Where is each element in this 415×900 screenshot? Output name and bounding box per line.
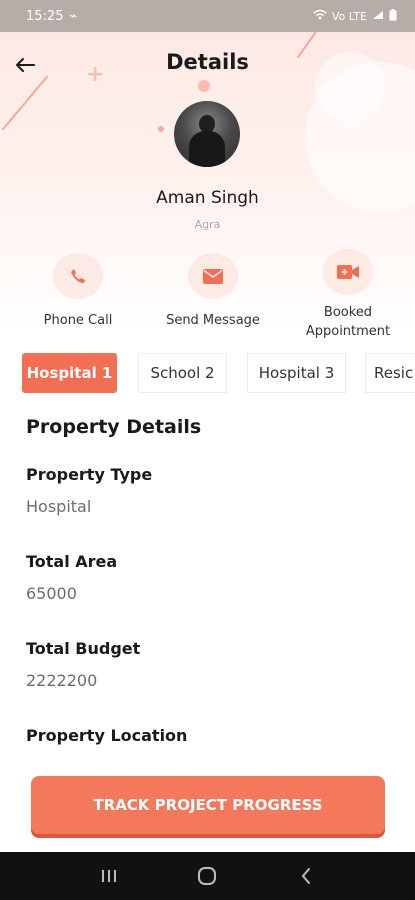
total-area-value: 65000 — [26, 584, 77, 603]
avatar-figure — [189, 131, 225, 167]
phone-call-label: Phone Call — [43, 313, 113, 328]
home-icon — [198, 867, 217, 885]
booked-appointment-label: Booked Appointment — [305, 305, 391, 339]
video-call-icon — [323, 249, 373, 295]
phone-icon — [53, 253, 103, 299]
property-type-label: Property Type — [26, 465, 153, 484]
property-type-value: Hospital — [26, 497, 92, 516]
recent-apps-button[interactable] — [89, 861, 129, 891]
avatar[interactable] — [174, 101, 240, 167]
tab-hospital-3[interactable]: Hospital 3 — [247, 353, 346, 393]
decorative-dot — [198, 80, 210, 92]
battery-icon — [389, 8, 397, 24]
user-name: Aman Singh — [156, 188, 259, 208]
decorative-line — [1, 75, 49, 131]
user-city: Agra — [194, 218, 221, 231]
booked-appointment-action[interactable]: Booked Appointment — [288, 249, 408, 341]
status-bar: 15:25 ⌁ Vo LTE — [0, 0, 415, 32]
tab-residential[interactable]: Resic — [365, 353, 415, 393]
section-title: Property Details — [26, 416, 202, 438]
page-title: Details — [166, 50, 249, 74]
tab-school-2[interactable]: School 2 — [138, 353, 227, 393]
tab-hospital-1[interactable]: Hospital 1 — [22, 353, 117, 393]
total-budget-label: Total Budget — [26, 639, 141, 658]
phone-call-action[interactable]: Phone Call — [18, 253, 138, 330]
home-button[interactable] — [187, 861, 227, 891]
notification-icon: ⌁ — [69, 8, 78, 24]
send-message-label: Send Message — [166, 313, 260, 328]
property-location-label: Property Location — [26, 726, 188, 745]
signal-icon — [372, 10, 384, 23]
signal-text: Vo LTE — [331, 9, 367, 23]
status-time: 15:25 — [26, 8, 64, 24]
recent-apps-icon — [102, 870, 117, 882]
mail-icon — [188, 253, 238, 299]
total-area-label: Total Area — [26, 552, 118, 571]
chevron-left-icon — [301, 868, 310, 884]
decorative-dot — [158, 126, 164, 132]
system-nav-bar — [0, 852, 415, 900]
back-nav-button[interactable] — [286, 861, 326, 891]
property-tabs: Hospital 1 School 2 Hospital 3 Resic — [22, 353, 415, 393]
track-project-progress-button[interactable]: TRACK PROJECT PROGRESS — [31, 776, 385, 834]
send-message-action[interactable]: Send Message — [153, 253, 273, 330]
total-budget-value: 2222200 — [26, 671, 98, 690]
wifi-icon — [313, 9, 327, 23]
